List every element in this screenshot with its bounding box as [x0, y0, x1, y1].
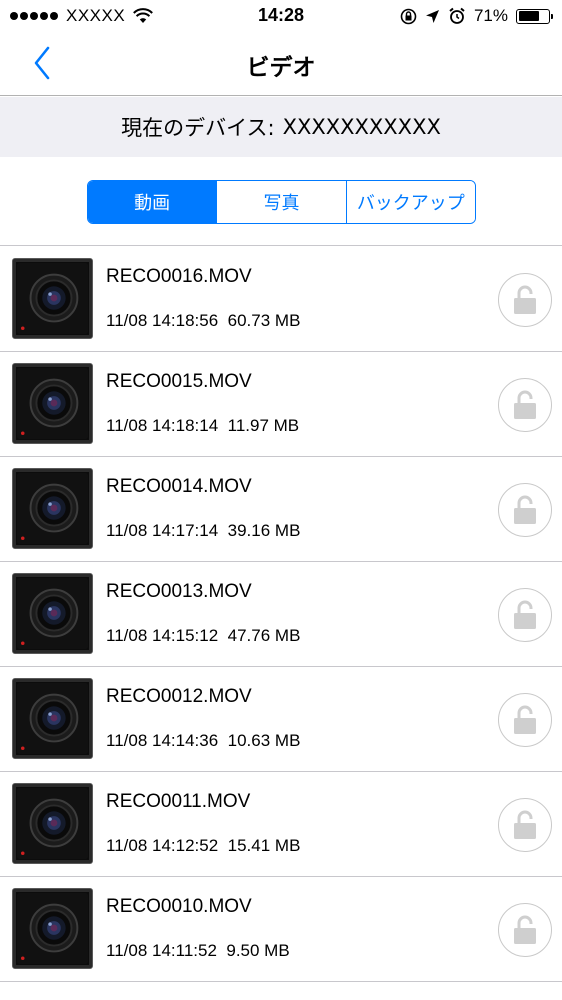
file-datetime: 11/08 14:17:14 [106, 521, 219, 540]
file-datetime: 11/08 14:18:56 [106, 311, 219, 330]
lock-toggle-button[interactable] [498, 903, 552, 957]
lock-toggle-button[interactable] [498, 378, 552, 432]
camera-lens-icon [16, 262, 89, 335]
battery-fill [518, 11, 540, 21]
status-bar: XXXXX 14:28 71% [0, 0, 562, 32]
file-size: 15.41 MB [227, 836, 301, 855]
file-datetime: 11/08 14:12:52 [106, 836, 219, 855]
file-row[interactable]: RECO0015.MOV 11/08 14:18:14 11.97 MB [0, 352, 562, 457]
page-title: ビデオ [246, 55, 316, 81]
video-thumbnail [12, 783, 93, 864]
camera-lens-icon [16, 787, 89, 860]
camera-lens-icon [16, 577, 89, 650]
lock-toggle-button[interactable] [498, 693, 552, 747]
file-size: 47.76 MB [227, 626, 301, 645]
segment-container: 動画 写真 バックアップ [0, 157, 562, 246]
file-meta: 11/08 14:14:36 10.63 MB [106, 731, 300, 751]
file-meta: 11/08 14:15:12 47.76 MB [106, 626, 300, 646]
lock-toggle-button[interactable] [498, 273, 552, 327]
file-datetime: 11/08 14:15:12 [106, 626, 219, 645]
battery-icon [516, 8, 553, 24]
unlock-icon [514, 285, 536, 314]
file-meta: 11/08 14:11:52 9.50 MB [106, 941, 290, 961]
file-size: 10.63 MB [227, 731, 301, 750]
lock-toggle-button[interactable] [498, 588, 552, 642]
unlock-icon [514, 705, 536, 734]
file-size: 9.50 MB [226, 941, 290, 960]
video-thumbnail [12, 258, 93, 339]
file-row[interactable]: RECO0014.MOV 11/08 14:17:14 39.16 MB [0, 457, 562, 562]
status-right: 71% [400, 5, 553, 27]
file-size: 11.97 MB [227, 416, 300, 435]
file-name: RECO0016.MOV [106, 266, 252, 287]
file-row[interactable]: RECO0013.MOV 11/08 14:15:12 47.76 MB [0, 562, 562, 667]
navigation-bar: ビデオ [0, 32, 562, 96]
rotation-lock-icon [400, 8, 417, 24]
file-name: RECO0014.MOV [106, 476, 252, 497]
unlock-icon [514, 810, 536, 839]
battery-percent: 71% [473, 6, 508, 25]
lock-toggle-button[interactable] [498, 798, 552, 852]
segmented-control: 動画 写真 バックアップ [87, 180, 476, 224]
tab-photos[interactable]: 写真 [217, 181, 347, 223]
camera-lens-icon [16, 682, 89, 755]
unlock-icon [514, 600, 536, 629]
video-thumbnail [12, 363, 93, 444]
file-meta: 11/08 14:17:14 39.16 MB [106, 521, 300, 541]
file-datetime: 11/08 14:14:36 [106, 731, 219, 750]
device-name: XXXXXXXXXXX [282, 115, 441, 139]
file-name: RECO0015.MOV [106, 371, 252, 392]
tab-backup[interactable]: バックアップ [346, 181, 475, 223]
device-label: 現在のデバイス: [121, 116, 275, 140]
device-banner: 現在のデバイス: XXXXXXXXXXX [0, 97, 562, 157]
camera-lens-icon [16, 472, 89, 545]
file-name: RECO0013.MOV [106, 581, 252, 602]
camera-lens-icon [16, 892, 89, 965]
camera-lens-icon [16, 367, 89, 440]
video-thumbnail [12, 468, 93, 549]
unlock-icon [514, 495, 536, 524]
file-row[interactable]: RECO0010.MOV 11/08 14:11:52 9.50 MB [0, 877, 562, 982]
tab-videos[interactable]: 動画 [88, 181, 218, 223]
file-name: RECO0010.MOV [106, 896, 252, 917]
file-meta: 11/08 14:18:56 60.73 MB [106, 311, 300, 331]
video-thumbnail [12, 573, 93, 654]
video-thumbnail [12, 888, 93, 969]
file-size: 39.16 MB [227, 521, 301, 540]
unlock-icon [514, 390, 536, 419]
file-row[interactable]: RECO0016.MOV 11/08 14:18:56 60.73 MB [0, 247, 562, 352]
alarm-icon [449, 7, 465, 24]
lock-toggle-button[interactable] [498, 483, 552, 537]
file-meta: 11/08 14:18:14 11.97 MB [106, 416, 299, 436]
file-datetime: 11/08 14:18:14 [106, 416, 219, 435]
video-thumbnail [12, 678, 93, 759]
file-name: RECO0012.MOV [106, 686, 252, 707]
file-name: RECO0011.MOV [106, 791, 251, 812]
file-list: RECO0016.MOV 11/08 14:18:56 60.73 MB REC… [0, 247, 562, 982]
file-row[interactable]: RECO0011.MOV 11/08 14:12:52 15.41 MB [0, 772, 562, 877]
file-meta: 11/08 14:12:52 15.41 MB [106, 836, 300, 856]
file-size: 60.73 MB [227, 311, 301, 330]
file-row[interactable]: RECO0012.MOV 11/08 14:14:36 10.63 MB [0, 667, 562, 772]
unlock-icon [514, 915, 536, 944]
location-icon [425, 9, 439, 23]
file-datetime: 11/08 14:11:52 [106, 941, 217, 960]
